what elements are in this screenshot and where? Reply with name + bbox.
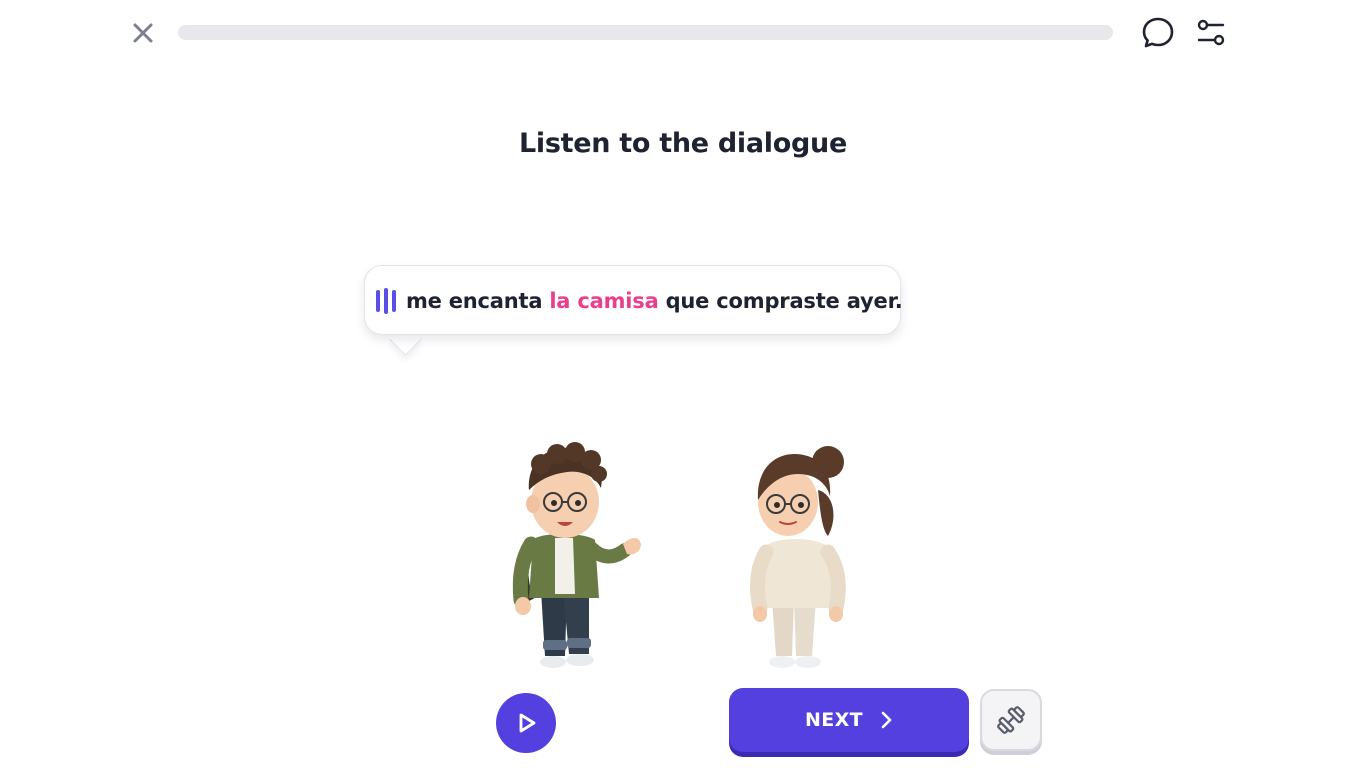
sliders-icon bbox=[1197, 19, 1225, 46]
chat-button[interactable] bbox=[1139, 15, 1177, 51]
girl-character bbox=[748, 440, 858, 672]
dialogue-word: me bbox=[406, 289, 442, 313]
settings-button[interactable] bbox=[1193, 15, 1229, 51]
boy-character bbox=[505, 440, 650, 672]
practice-button[interactable] bbox=[980, 689, 1042, 751]
chevron-right-icon bbox=[881, 711, 892, 729]
chat-bubble-icon bbox=[1142, 17, 1174, 48]
dialogue-highlight[interactable]: la camisa bbox=[549, 289, 658, 313]
dialogue-word: encanta bbox=[448, 289, 543, 313]
dumbbell-icon bbox=[997, 706, 1025, 734]
progress-bar bbox=[178, 25, 1113, 40]
dialogue-text: que compraste ayer. bbox=[665, 289, 903, 313]
sound-bars-icon[interactable] bbox=[376, 288, 396, 314]
close-icon bbox=[133, 23, 153, 43]
play-button[interactable] bbox=[496, 693, 556, 753]
close-button[interactable] bbox=[126, 16, 160, 50]
next-button[interactable]: NEXT bbox=[729, 688, 969, 752]
next-button-label: NEXT bbox=[804, 709, 864, 731]
page-title: Listen to the dialogue bbox=[519, 128, 847, 159]
play-icon bbox=[519, 713, 536, 733]
dialogue-line[interactable]: me encanta la camisa que compraste ayer. bbox=[376, 286, 903, 316]
